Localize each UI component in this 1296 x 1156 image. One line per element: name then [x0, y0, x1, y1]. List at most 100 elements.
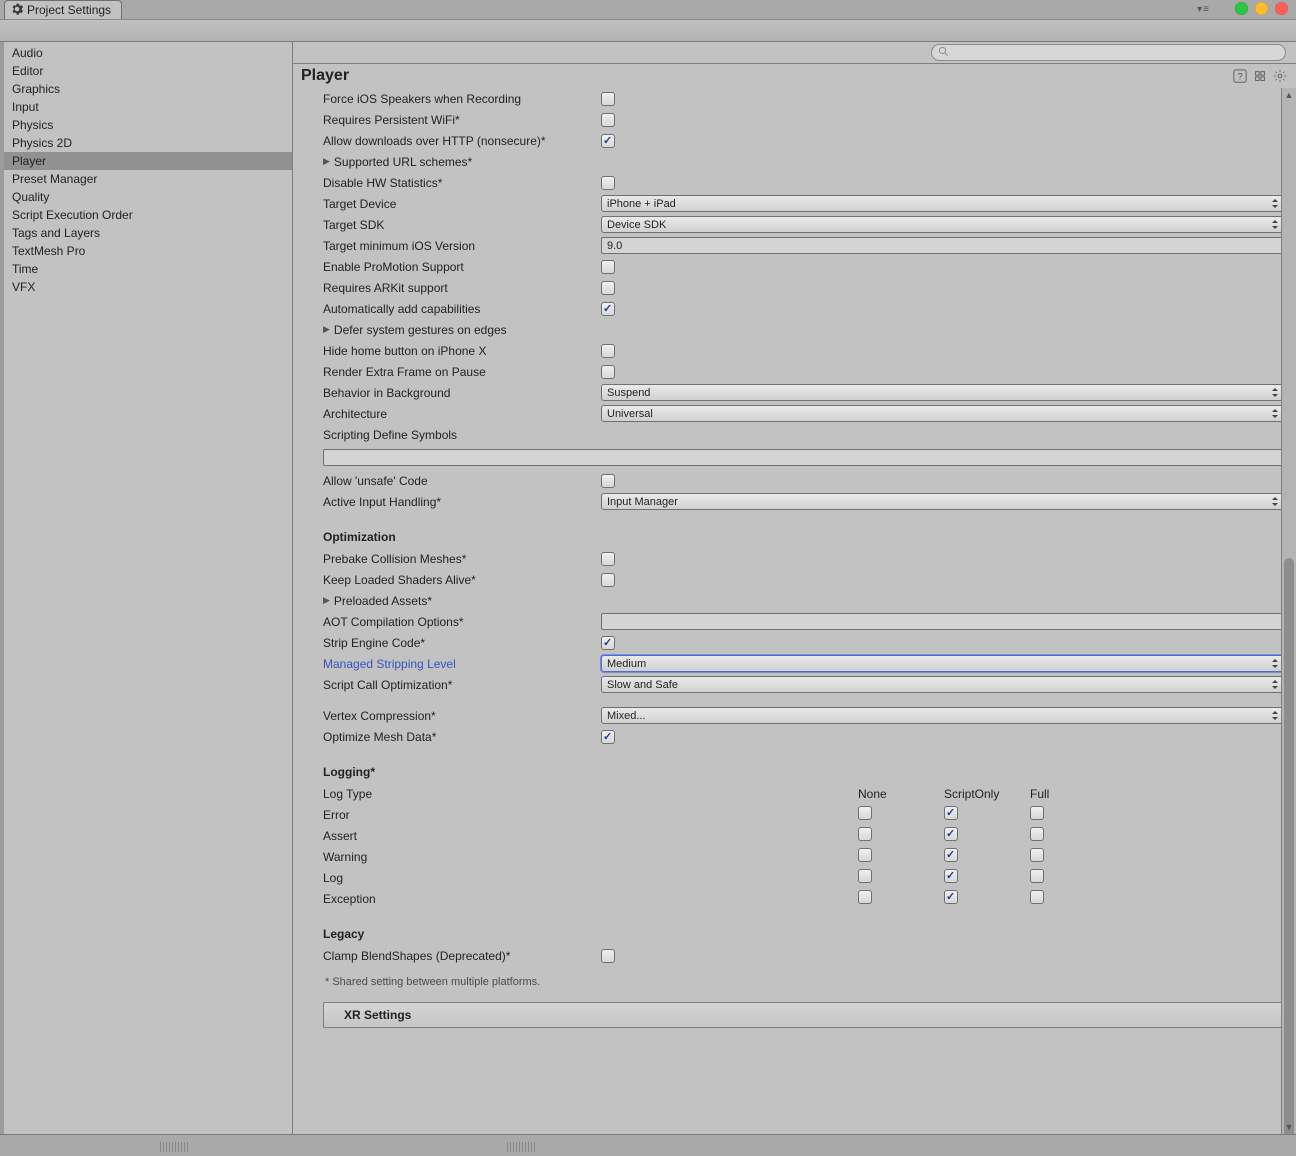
label-target-device: Target Device: [323, 197, 601, 211]
checkbox-logging-exception-full[interactable]: [1030, 890, 1044, 904]
search-row: [293, 42, 1296, 64]
label-auto-caps: Automatically add capabilities: [323, 302, 601, 316]
input-aot[interactable]: [601, 613, 1284, 630]
section-xr-settings[interactable]: XR Settings: [323, 1002, 1284, 1028]
sidebar-item-physics[interactable]: Physics: [4, 116, 292, 134]
help-icon[interactable]: ?: [1232, 68, 1248, 84]
logging-header-full: Full: [1030, 787, 1116, 801]
sidebar-item-quality[interactable]: Quality: [4, 188, 292, 206]
label-vertex-comp: Vertex Compression*: [323, 709, 601, 723]
sidebar-item-time[interactable]: Time: [4, 260, 292, 278]
dropdown-vertex-comp[interactable]: Mixed...: [601, 707, 1284, 724]
checkbox-prebake[interactable]: [601, 552, 615, 566]
logging-row: Exception: [323, 888, 1284, 909]
checkbox-logging-exception-none[interactable]: [858, 890, 872, 904]
scroll-up-icon[interactable]: ▲: [1282, 88, 1296, 102]
vertical-scrollbar[interactable]: ▲ ▼: [1281, 88, 1296, 1134]
sidebar-item-tags-and-layers[interactable]: Tags and Layers: [4, 224, 292, 242]
checkbox-logging-assert-full[interactable]: [1030, 827, 1044, 841]
checkbox-logging-log-none[interactable]: [858, 869, 872, 883]
preset-icon[interactable]: [1252, 68, 1268, 84]
sidebar-item-audio[interactable]: Audio: [4, 44, 292, 62]
checkbox-force-ios-speakers[interactable]: [601, 92, 615, 106]
search-input[interactable]: [931, 44, 1286, 61]
checkbox-logging-warning-full[interactable]: [1030, 848, 1044, 862]
checkbox-logging-warning-none[interactable]: [858, 848, 872, 862]
logging-label: Warning: [323, 850, 858, 864]
section-logging: Logging*: [323, 765, 1284, 779]
dropdown-script-call[interactable]: Slow and Safe: [601, 676, 1284, 693]
checkbox-logging-error-scriptonly[interactable]: [944, 806, 958, 820]
dropdown-target-device[interactable]: iPhone + iPad: [601, 195, 1284, 212]
scroll-down-icon[interactable]: ▼: [1282, 1120, 1296, 1134]
checkbox-logging-log-full[interactable]: [1030, 869, 1044, 883]
resize-grip-icon[interactable]: [507, 1142, 537, 1152]
sidebar-item-physics-2d[interactable]: Physics 2D: [4, 134, 292, 152]
search-icon: [938, 46, 949, 60]
checkbox-promotion[interactable]: [601, 260, 615, 274]
checkbox-extra-frame[interactable]: [601, 365, 615, 379]
window-minimize-button[interactable]: [1235, 2, 1248, 15]
footnote-shared-setting: * Shared setting between multiple platfo…: [323, 966, 1284, 996]
window-title: Project Settings: [27, 3, 111, 17]
foldout-preloaded-assets[interactable]: ▶Preloaded Assets*: [323, 594, 601, 608]
dropdown-managed-stripping[interactable]: Medium: [601, 655, 1284, 672]
label-promotion: Enable ProMotion Support: [323, 260, 601, 274]
window-menu-icon[interactable]: ▾≡: [1197, 4, 1210, 15]
resize-grip-icon[interactable]: [160, 1142, 190, 1152]
sidebar-item-script-execution-order[interactable]: Script Execution Order: [4, 206, 292, 224]
checkbox-optimize-mesh[interactable]: [601, 730, 615, 744]
checkbox-auto-caps[interactable]: [601, 302, 615, 316]
dropdown-input-handling[interactable]: Input Manager: [601, 493, 1284, 510]
checkbox-logging-error-full[interactable]: [1030, 806, 1044, 820]
checkbox-hide-home[interactable]: [601, 344, 615, 358]
page-title: Player: [301, 67, 1232, 85]
checkbox-clamp-blendshapes[interactable]: [601, 949, 615, 963]
sidebar-item-graphics[interactable]: Graphics: [4, 80, 292, 98]
label-strip-engine: Strip Engine Code*: [323, 636, 601, 650]
label-script-symbols: Scripting Define Symbols: [323, 428, 601, 442]
checkbox-logging-warning-scriptonly[interactable]: [944, 848, 958, 862]
dropdown-target-sdk[interactable]: Device SDK: [601, 216, 1284, 233]
label-script-call: Script Call Optimization*: [323, 678, 601, 692]
dropdown-architecture[interactable]: Universal: [601, 405, 1284, 422]
label-prebake: Prebake Collision Meshes*: [323, 552, 601, 566]
checkbox-strip-engine[interactable]: [601, 636, 615, 650]
logging-label: Exception: [323, 892, 858, 906]
foldout-defer-gestures[interactable]: ▶Defer system gestures on edges: [323, 323, 601, 337]
checkbox-keep-shaders[interactable]: [601, 573, 615, 587]
label-extra-frame: Render Extra Frame on Pause: [323, 365, 601, 379]
sidebar-item-preset-manager[interactable]: Preset Manager: [4, 170, 292, 188]
sidebar-item-textmesh-pro[interactable]: TextMesh Pro: [4, 242, 292, 260]
sidebar-item-vfx[interactable]: VFX: [4, 278, 292, 296]
sidebar-item-input[interactable]: Input: [4, 98, 292, 116]
label-force-ios-speakers: Force iOS Speakers when Recording: [323, 92, 601, 106]
checkbox-requires-wifi[interactable]: [601, 113, 615, 127]
settings-gear-icon[interactable]: [1272, 68, 1288, 84]
window-tab[interactable]: Project Settings: [4, 0, 122, 19]
dropdown-behavior-bg[interactable]: Suspend: [601, 384, 1284, 401]
label-allow-unsafe: Allow 'unsafe' Code: [323, 474, 601, 488]
logging-row: Error: [323, 804, 1284, 825]
sidebar-item-editor[interactable]: Editor: [4, 62, 292, 80]
checkbox-logging-log-scriptonly[interactable]: [944, 869, 958, 883]
input-target-min-ios[interactable]: 9.0: [601, 237, 1284, 254]
checkbox-disable-hw[interactable]: [601, 176, 615, 190]
label-architecture: Architecture: [323, 407, 601, 421]
window-close-button[interactable]: [1275, 2, 1288, 15]
checkbox-logging-assert-none[interactable]: [858, 827, 872, 841]
input-script-symbols[interactable]: [323, 449, 1284, 466]
checkbox-logging-exception-scriptonly[interactable]: [944, 890, 958, 904]
window-maximize-button[interactable]: [1255, 2, 1268, 15]
scrollbar-thumb[interactable]: [1284, 558, 1294, 1134]
checkbox-allow-unsafe[interactable]: [601, 474, 615, 488]
checkbox-logging-error-none[interactable]: [858, 806, 872, 820]
checkbox-logging-assert-scriptonly[interactable]: [944, 827, 958, 841]
foldout-supported-url[interactable]: ▶Supported URL schemes*: [323, 155, 601, 169]
logging-row: Log: [323, 867, 1284, 888]
checkbox-allow-http[interactable]: [601, 134, 615, 148]
checkbox-arkit[interactable]: [601, 281, 615, 295]
label-target-min-ios: Target minimum iOS Version: [323, 239, 601, 253]
logging-row: Assert: [323, 825, 1284, 846]
sidebar-item-player[interactable]: Player: [4, 152, 292, 170]
